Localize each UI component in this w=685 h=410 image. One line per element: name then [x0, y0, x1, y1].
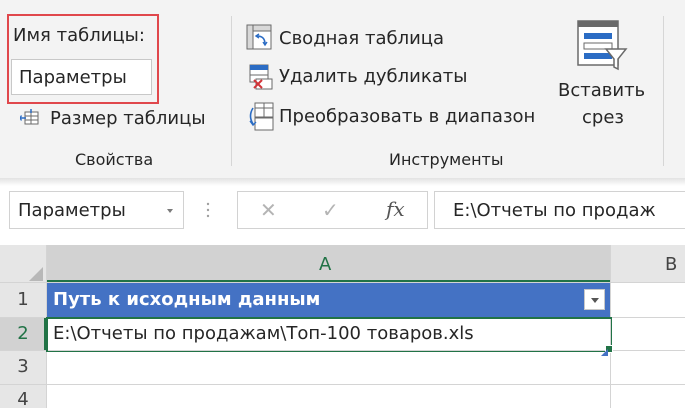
group-separator: [663, 16, 664, 166]
ribbon-shadow: [0, 178, 685, 186]
resize-table-button[interactable]: Размер таблицы: [14, 104, 214, 134]
worksheet-grid: A B 1 2 3 4 Путь к исходным данным E:\От…: [0, 245, 685, 410]
row-header-1[interactable]: 1: [0, 289, 46, 310]
resize-table-label: Размер таблицы: [50, 108, 206, 129]
slicer-icon: [576, 19, 628, 75]
formula-value: E:\Отчеты по продаж: [453, 200, 656, 221]
table-name-input[interactable]: [11, 59, 152, 95]
gridline: [0, 384, 685, 385]
remove-duplicates-icon: [248, 63, 274, 95]
row-header-4[interactable]: 4: [0, 389, 46, 410]
pivot-table-button[interactable]: Сводная таблица: [246, 24, 456, 54]
row-header-2[interactable]: 2: [0, 323, 46, 344]
name-box-value: Параметры: [18, 200, 126, 221]
drag-handle-icon[interactable]: [206, 201, 210, 219]
insert-function-icon[interactable]: fx: [386, 197, 405, 221]
selection-border: [46, 317, 612, 352]
properties-group-label: Свойства: [75, 150, 154, 169]
column-b-label: B: [665, 254, 678, 275]
formula-input[interactable]: E:\Отчеты по продаж: [434, 191, 685, 229]
remove-duplicates-label: Удалить дубликаты: [279, 66, 468, 87]
column-header-a[interactable]: A: [47, 245, 610, 282]
insert-slicer-button[interactable]: Вставить срез: [553, 16, 651, 136]
group-separator: [231, 16, 232, 166]
insert-slicer-label-line2: срез: [582, 107, 624, 128]
table-header-text: Путь к исходным данным: [53, 289, 321, 310]
remove-duplicates-button[interactable]: Удалить дубликаты: [246, 62, 476, 92]
column-a-label: A: [319, 254, 332, 275]
convert-to-range-icon: [247, 102, 275, 136]
filter-dropdown-button[interactable]: [584, 289, 605, 310]
pivot-table-icon: [246, 24, 272, 54]
convert-to-range-label: Преобразовать в диапазон: [279, 106, 536, 127]
enter-icon[interactable]: ✓: [322, 198, 339, 222]
table-resize-handle-icon[interactable]: [601, 341, 608, 360]
name-box[interactable]: Параметры: [9, 191, 184, 229]
insert-slicer-label-line1: Вставить: [558, 80, 646, 101]
table-name-label: Имя таблицы:: [13, 25, 145, 46]
ribbon: Имя таблицы: Размер таблицы Свойства: [0, 0, 685, 178]
pivot-table-label: Сводная таблица: [279, 28, 445, 49]
chevron-down-icon: [591, 298, 599, 303]
convert-to-range-button[interactable]: Преобразовать в диапазон: [246, 101, 546, 133]
name-box-dropdown-icon[interactable]: [167, 209, 173, 213]
row-header-3[interactable]: 3: [0, 356, 46, 377]
resize-table-icon: [19, 109, 40, 131]
cancel-icon[interactable]: ✕: [260, 198, 277, 222]
table-header-cell[interactable]: Путь к исходным данным: [47, 283, 610, 317]
column-header-b[interactable]: B: [611, 245, 685, 282]
formula-buttons: ✕ ✓ fx: [237, 191, 428, 229]
tools-group-label: Инструменты: [389, 150, 504, 169]
